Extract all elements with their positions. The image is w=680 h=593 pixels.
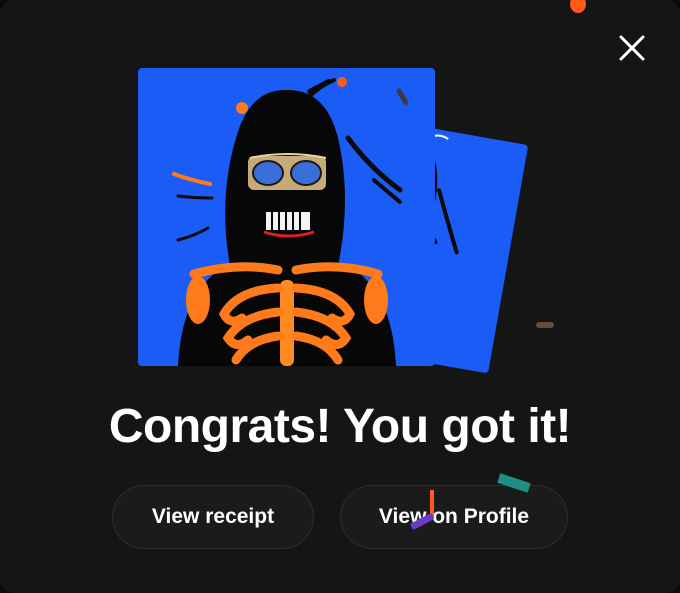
purchase-success-modal: Congrats! You got it! View receipt View … <box>0 0 680 593</box>
artwork-card-front <box>138 68 435 366</box>
view-receipt-button[interactable]: View receipt <box>112 485 314 549</box>
artwork-stack <box>0 0 680 380</box>
success-headline: Congrats! You got it! <box>108 400 572 453</box>
view-on-profile-button[interactable]: View on Profile <box>340 485 568 549</box>
skeleton-artwork <box>138 68 435 366</box>
